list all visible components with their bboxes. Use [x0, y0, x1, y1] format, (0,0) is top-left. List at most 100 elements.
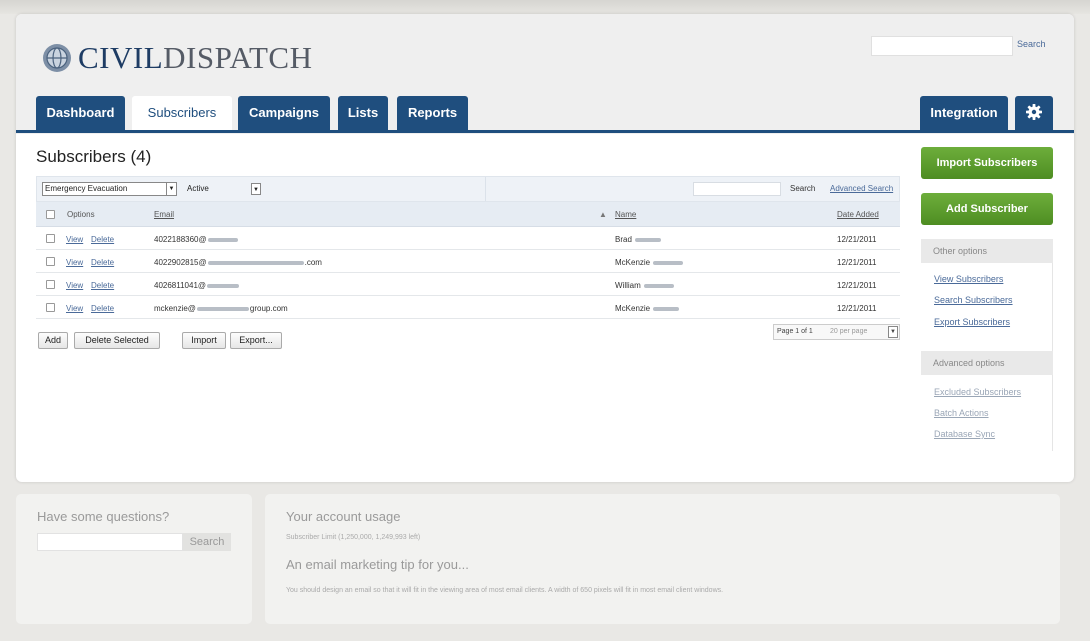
filter-divider [485, 177, 486, 201]
delete-link[interactable]: Delete [91, 304, 114, 313]
search-subscribers-link[interactable]: Search Subscribers [934, 295, 1013, 305]
email-text: mckenzie@ [154, 304, 196, 313]
header-options: Options [67, 210, 95, 219]
row-checkbox[interactable] [46, 303, 55, 312]
table-search-input[interactable] [693, 182, 781, 196]
email-text: 4022902815@ [154, 258, 207, 267]
top-search-input[interactable] [871, 36, 1013, 56]
export-button[interactable]: Export... [230, 332, 282, 349]
redacted-text [653, 306, 680, 311]
tip-text: You should design an email so that it wi… [286, 587, 724, 594]
chevron-down-icon: ▼ [251, 183, 261, 195]
date-cell: 12/21/2011 [837, 235, 877, 244]
table-row: View Delete mckenzie@ group.com McKenzie … [36, 296, 900, 319]
header-date-added[interactable]: Date Added [837, 210, 879, 219]
delete-selected-button[interactable]: Delete Selected [74, 332, 160, 349]
view-subscribers-link[interactable]: View Subscribers [934, 274, 1003, 284]
logo[interactable]: CIVILDISPATCH [42, 38, 312, 78]
date-cell: 12/21/2011 [837, 281, 877, 290]
nav-underline [16, 130, 1074, 133]
status-select-value: Active [187, 184, 209, 193]
header-name[interactable]: Name [615, 210, 636, 219]
date-cell: 12/21/2011 [837, 304, 877, 313]
row-checkbox[interactable] [46, 280, 55, 289]
view-link[interactable]: View [66, 235, 83, 244]
header-email[interactable]: Email [154, 210, 174, 219]
redacted-text [207, 283, 240, 288]
logo-light: DISPATCH [163, 40, 313, 75]
database-sync-link[interactable]: Database Sync [934, 429, 995, 439]
pager: Page 1 of 1 20 per page ▼ [773, 324, 900, 340]
name-text: McKenzie [615, 304, 651, 313]
excluded-subscribers-link[interactable]: Excluded Subscribers [934, 387, 1021, 397]
import-subscribers-button[interactable]: Import Subscribers [921, 147, 1053, 179]
settings-tab[interactable] [1015, 96, 1053, 130]
email-cell: 4026811041@ [154, 281, 240, 290]
filter-bar: Emergency Evacuation ▼ Active ▼ Search Adv… [36, 176, 900, 202]
delete-link[interactable]: Delete [91, 281, 114, 290]
export-subscribers-link[interactable]: Export Subscribers [934, 317, 1010, 327]
redacted-text [207, 237, 238, 242]
advanced-options-heading: Advanced options [921, 351, 1053, 375]
tab-dashboard[interactable]: Dashboard [36, 96, 125, 130]
delete-link[interactable]: Delete [91, 235, 114, 244]
other-options-heading: Other options [921, 239, 1053, 263]
name-text: McKenzie [615, 258, 651, 267]
tab-subscribers[interactable]: Subscribers [132, 96, 232, 130]
questions-search-input[interactable] [37, 533, 183, 551]
email-text: 4026811041@ [154, 281, 207, 290]
table-search-button[interactable]: Search [790, 184, 815, 193]
logo-text: CIVILDISPATCH [78, 40, 312, 76]
redacted-text [644, 283, 675, 288]
table-row: View Delete 4022188360@ Brad 12/21/2011 [36, 227, 900, 250]
view-link[interactable]: View [66, 304, 83, 313]
status-select[interactable]: Active ▼ [184, 182, 262, 196]
tab-integration[interactable]: Integration [920, 96, 1008, 130]
tab-lists[interactable]: Lists [338, 96, 388, 130]
delete-link[interactable]: Delete [91, 258, 114, 267]
name-cell: McKenzie [615, 304, 680, 313]
sidebar-options [921, 239, 1053, 451]
chevron-down-icon: ▼ [166, 183, 176, 195]
top-search-button[interactable]: Search [1017, 39, 1046, 49]
subscribers-table: Options Email ▲ Name Date Added View Del… [36, 202, 900, 319]
redacted-text [635, 237, 662, 242]
tip-title: An email marketing tip for you... [286, 557, 469, 572]
redacted-text [653, 260, 684, 265]
main-card: CIVILDISPATCH Search Dashboard Subscribe… [16, 14, 1074, 482]
questions-search-button[interactable]: Search [183, 533, 231, 551]
table-header: Options Email ▲ Name Date Added [36, 202, 900, 227]
batch-actions-link[interactable]: Batch Actions [934, 408, 989, 418]
tab-campaigns[interactable]: Campaigns [238, 96, 330, 130]
usage-text: Subscriber Limit (1,250,000, 1,249,993 l… [286, 534, 421, 541]
questions-title: Have some questions? [37, 509, 170, 524]
redacted-text [207, 260, 304, 265]
row-checkbox[interactable] [46, 257, 55, 266]
email-cell: 4022902815@ .com [154, 258, 322, 267]
email-cell: mckenzie@ group.com [154, 304, 288, 313]
date-cell: 12/21/2011 [837, 258, 877, 267]
tab-reports[interactable]: Reports [397, 96, 468, 130]
questions-panel: Have some questions? Search [16, 494, 252, 624]
add-subscriber-button[interactable]: Add Subscriber [921, 193, 1053, 225]
import-button[interactable]: Import [182, 332, 226, 349]
email-cell: 4022188360@ [154, 235, 239, 244]
top-band [0, 0, 1090, 14]
view-link[interactable]: View [66, 258, 83, 267]
view-link[interactable]: View [66, 281, 83, 290]
chevron-down-icon[interactable]: ▼ [888, 326, 898, 338]
header: CIVILDISPATCH Search Dashboard Subscribe… [16, 14, 1074, 134]
usage-title: Your account usage [286, 509, 401, 524]
list-select[interactable]: Emergency Evacuation ▼ [42, 182, 177, 196]
table-row: View Delete 4026811041@ William 12/21/20… [36, 273, 900, 296]
table-row: View Delete 4022902815@ .com McKenzie 12/… [36, 250, 900, 273]
name-cell: William [615, 281, 675, 290]
select-all-checkbox[interactable] [46, 210, 55, 219]
redacted-text [196, 306, 249, 311]
per-page-select[interactable]: 20 per page [830, 325, 867, 339]
sort-up-icon: ▲ [599, 210, 607, 219]
name-text: William [615, 281, 641, 290]
add-button[interactable]: Add [38, 332, 68, 349]
row-checkbox[interactable] [46, 234, 55, 243]
advanced-search-link[interactable]: Advanced Search [830, 184, 893, 193]
